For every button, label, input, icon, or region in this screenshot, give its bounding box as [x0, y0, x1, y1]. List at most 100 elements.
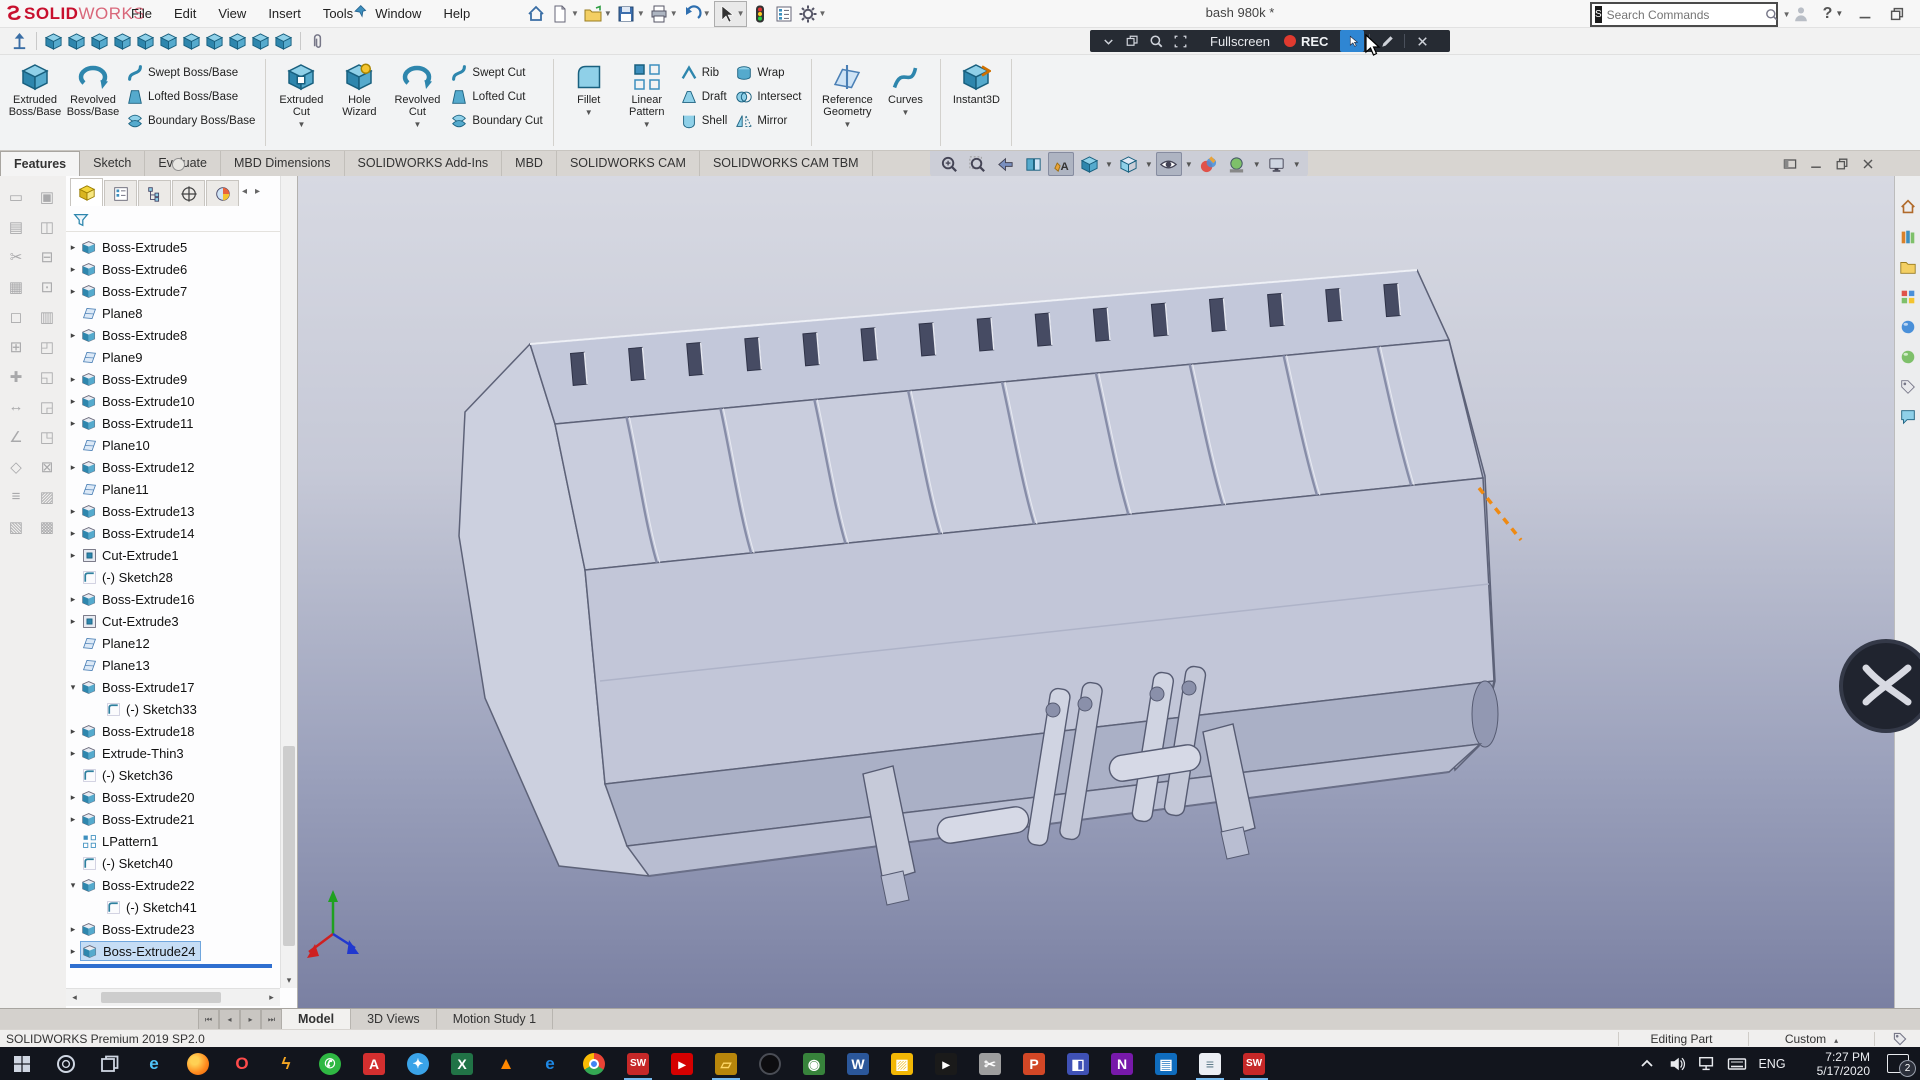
select-cursor-icon[interactable]: ▼ [714, 1, 747, 27]
options-gear-icon[interactable]: ▼ [797, 2, 828, 26]
tree-item-label[interactable]: Boss-Extrude11 [101, 415, 198, 432]
home-icon[interactable] [525, 2, 547, 26]
boundary-cut-button[interactable]: Boundary Cut [446, 110, 546, 131]
wrap-button[interactable]: Wrap [731, 62, 805, 83]
taskbar-app-solidworks-2019-icon[interactable]: SW [1232, 1047, 1276, 1080]
expand-arrow-icon[interactable]: ▸ [66, 814, 80, 825]
left-tool-icon-col1-7[interactable]: ✚ [5, 366, 27, 387]
tab-sketch[interactable]: Sketch [80, 151, 145, 176]
expand-arrow-icon[interactable]: ▸ [66, 242, 80, 253]
left-tool-icon-col1-11[interactable]: ≡ [5, 486, 27, 507]
fillet-button[interactable]: Fillet▼ [560, 58, 618, 117]
tree-item[interactable]: Plane10 [66, 434, 280, 456]
tree-item-label[interactable]: Cut-Extrude3 [101, 613, 183, 630]
tree-item[interactable]: ▸ Boss-Extrude12 [66, 456, 280, 478]
tree-item[interactable]: Plane12 [66, 632, 280, 654]
tree-item[interactable]: ▸Boss-Extrude9 [66, 368, 280, 390]
tree-item[interactable]: ▸Extrude-Thin3 [66, 742, 280, 764]
left-tool-icon-col2-1[interactable]: ▣ [36, 186, 58, 207]
view-normal-to-icon[interactable] [251, 32, 270, 51]
filter-funnel-icon[interactable] [72, 211, 90, 229]
first-tab-icon[interactable]: ⏮ [198, 1009, 219, 1030]
cortana-search-icon[interactable] [44, 1047, 88, 1080]
left-tool-icon-col2-8[interactable]: ◲ [36, 396, 58, 417]
hole-wizard-button[interactable]: Hole Wizard [330, 58, 388, 118]
tab-mbd-dimensions[interactable]: MBD Dimensions [221, 151, 345, 176]
apply-scene-icon[interactable] [1224, 152, 1250, 176]
file-explorer-icon[interactable] [1899, 258, 1917, 276]
expand-arrow-icon[interactable]: ▸ [66, 286, 80, 297]
dropdown-arrow-icon[interactable]: ▼ [1293, 160, 1301, 169]
hscroll-left-arrow-icon[interactable]: ◂ [66, 992, 83, 1003]
tree-item-label[interactable]: (-) Sketch40 [101, 855, 177, 872]
close-icon[interactable] [1410, 30, 1434, 52]
notification-center-icon[interactable]: 2 [1876, 1047, 1920, 1080]
tab-mbd[interactable]: MBD [502, 151, 557, 176]
taskbar-app-flash-icon[interactable]: ϟ [264, 1047, 308, 1080]
forum-icon[interactable] [1899, 408, 1917, 426]
view-dimetric-icon[interactable] [228, 32, 247, 51]
taskbar-clock[interactable]: 7:27 PM 5/17/2020 [1792, 1050, 1870, 1078]
tab-solidworks-cam[interactable]: SOLIDWORKS CAM [557, 151, 700, 176]
view-left-icon[interactable] [90, 32, 109, 51]
tree-item[interactable]: ▸Boss-Extrude18 [66, 720, 280, 742]
view-settings-icon[interactable] [1264, 152, 1290, 176]
extruded-cut-button[interactable]: Extruded Cut▼ [272, 58, 330, 129]
tree-item[interactable]: (-) Sketch40 [66, 852, 280, 874]
model-tab-motion-study-1[interactable]: Motion Study 1 [437, 1009, 553, 1030]
dock-panel-icon[interactable] [1782, 156, 1798, 172]
language-indicator[interactable]: ENG [1752, 1057, 1792, 1071]
tree-item[interactable]: ▸Boss-Extrude16 [66, 588, 280, 610]
taskbar-app-safari-icon[interactable]: ✦ [396, 1047, 440, 1080]
tree-item-label[interactable]: Plane13 [101, 657, 154, 674]
tree-item[interactable]: (-) Sketch33 [66, 698, 280, 720]
view-back-icon[interactable] [67, 32, 86, 51]
tree-item-label[interactable]: Boss-Extrude12 [101, 459, 199, 476]
tree-item[interactable]: ▸Boss-Extrude5 [66, 236, 280, 258]
model-tab-model[interactable]: Model [282, 1009, 351, 1030]
view-sketches-toggle-icon[interactable]: A [1048, 152, 1074, 176]
expand-arrow-icon[interactable]: ▸ [66, 748, 80, 759]
instant3d-button[interactable]: Instant3D [947, 58, 1005, 106]
configurationmanager-tab-icon[interactable] [138, 180, 171, 206]
expand-arrow-icon[interactable]: ▸ [66, 792, 80, 803]
tree-item-label[interactable]: Boss-Extrude10 [101, 393, 199, 410]
display-style-icon[interactable] [1116, 152, 1142, 176]
keyboard-icon[interactable] [1722, 1047, 1752, 1080]
tree-item-label[interactable]: (-) Sketch36 [101, 767, 177, 784]
tree-item[interactable]: ▸Boss-Extrude6 [66, 258, 280, 280]
view-bottom-icon[interactable] [159, 32, 178, 51]
tree-item[interactable]: ▸Boss-Extrude13 [66, 500, 280, 522]
zoom-to-area-icon[interactable] [964, 152, 990, 176]
left-tool-icon-col2-12[interactable]: ▩ [36, 516, 58, 537]
tree-item-label[interactable]: Plane8 [101, 305, 146, 322]
rollback-bar[interactable] [70, 964, 272, 968]
tree-item[interactable]: ▸Boss-Extrude24 [66, 940, 280, 962]
tree-item-label[interactable]: (-) Sketch28 [101, 569, 177, 586]
3dconnexion-widget[interactable] [1838, 638, 1920, 734]
taskbar-app-photos-icon[interactable]: ▨ [880, 1047, 924, 1080]
open-file-icon[interactable]: ▼ [582, 2, 613, 26]
view-isometric-icon[interactable] [182, 32, 201, 51]
region-select-icon[interactable] [1168, 30, 1192, 52]
hscroll-right-arrow-icon[interactable]: ▸ [263, 992, 280, 1003]
taskbar-app-internet-explorer-icon[interactable]: e [132, 1047, 176, 1080]
left-tool-icon-col1-1[interactable]: ▭ [5, 186, 27, 207]
network-icon[interactable] [1692, 1047, 1722, 1080]
left-tool-icon-col1-2[interactable]: ▤ [5, 216, 27, 237]
expand-arrow-icon[interactable]: ▸ [66, 462, 80, 473]
left-tool-icon-col1-12[interactable]: ▧ [5, 516, 27, 537]
view-orientation-icon[interactable] [1076, 152, 1102, 176]
lofted-cut-button[interactable]: Lofted Cut [446, 86, 546, 107]
minimize-doc-icon[interactable] [1808, 156, 1824, 172]
taskbar-app-solidworks-icon[interactable]: SW [616, 1047, 660, 1080]
tree-vertical-scrollbar[interactable]: ▾ [280, 176, 297, 988]
tree-item-label[interactable]: Boss-Extrude14 [101, 525, 199, 542]
taskbar-app-onenote-icon[interactable]: N [1100, 1047, 1144, 1080]
dropdown-arrow-icon[interactable] [1096, 30, 1120, 52]
hscroll-thumb[interactable] [101, 992, 221, 1003]
expand-arrow-icon[interactable]: ▸ [66, 550, 80, 561]
windows-start-icon[interactable] [0, 1047, 44, 1080]
tree-item[interactable]: LPattern1 [66, 830, 280, 852]
tree-item-label[interactable]: Boss-Extrude9 [101, 371, 191, 388]
